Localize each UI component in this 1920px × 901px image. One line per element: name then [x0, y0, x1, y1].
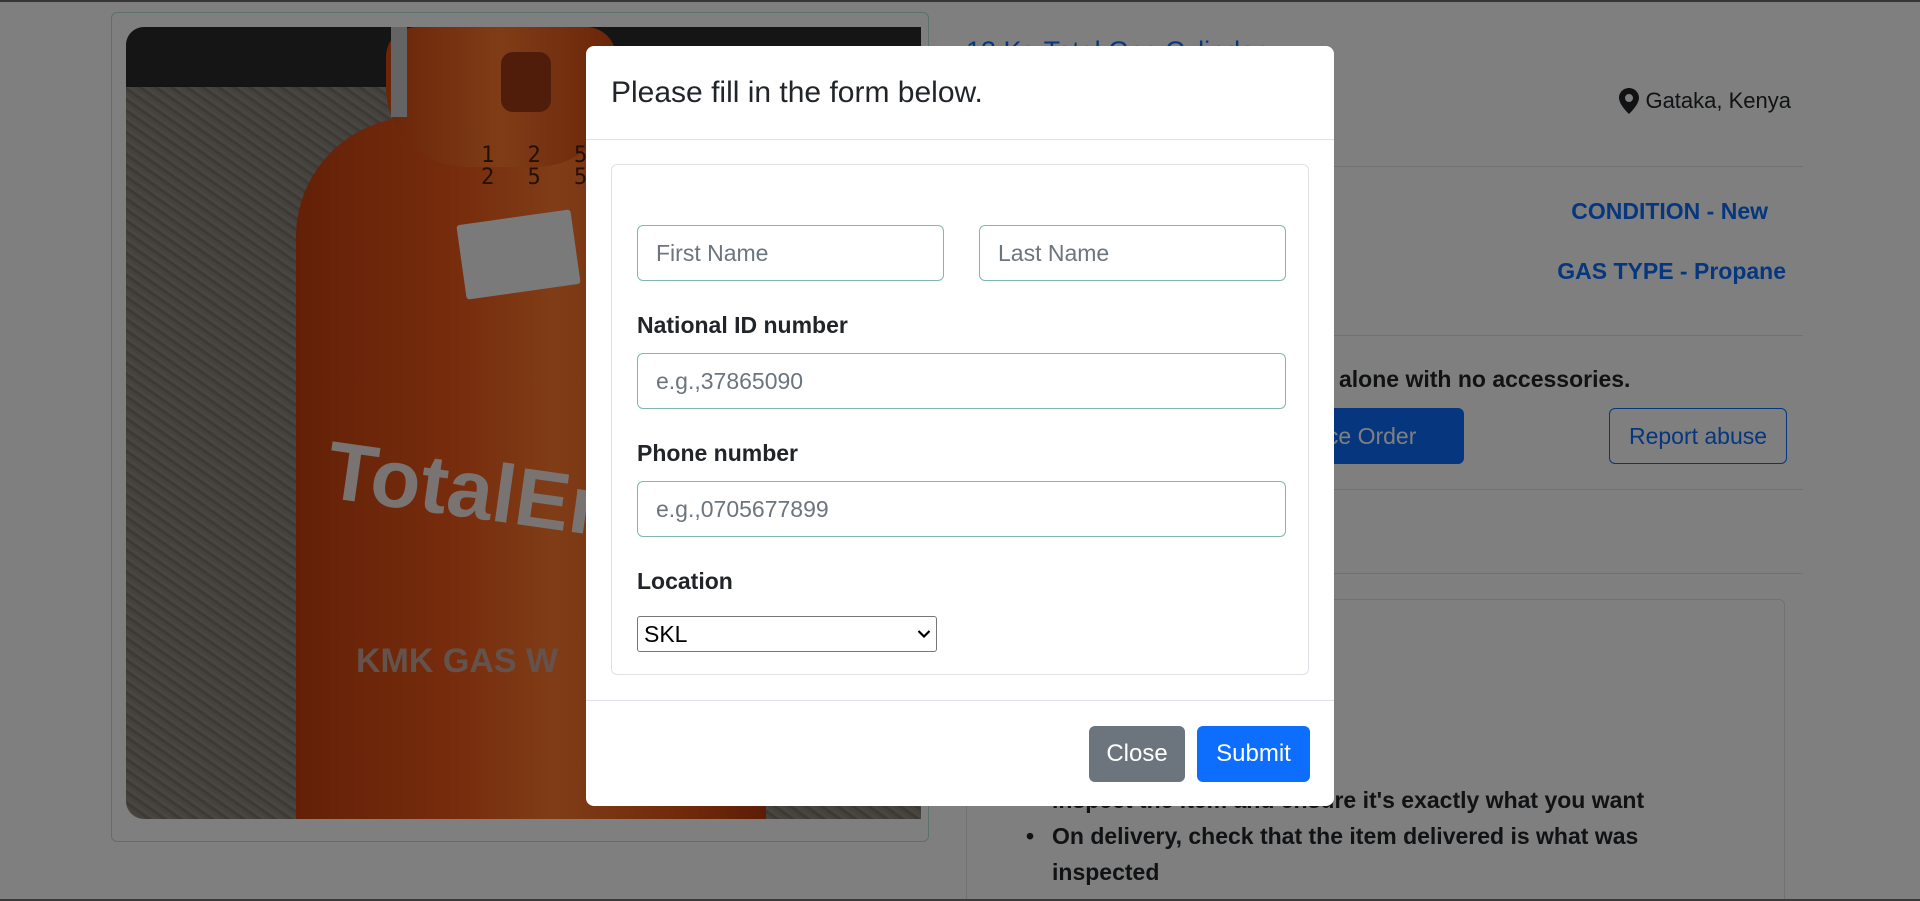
modal-title: Please fill in the form below. — [611, 76, 983, 109]
first-name-input[interactable] — [637, 225, 944, 281]
location-select[interactable]: SKL — [637, 616, 937, 652]
phone-input[interactable] — [637, 481, 1286, 537]
national-id-label: National ID number — [637, 312, 848, 338]
chevron-down-icon — [912, 629, 936, 639]
national-id-input[interactable] — [637, 353, 1286, 409]
order-form-modal: Please fill in the form below. National … — [586, 46, 1334, 806]
modal-footer: Close Submit — [586, 700, 1334, 806]
last-name-input[interactable] — [979, 225, 1286, 281]
order-form: National ID number Phone number Location… — [611, 164, 1309, 675]
location-label: Location — [637, 568, 733, 594]
modal-header: Please fill in the form below. — [586, 46, 1334, 140]
close-button[interactable]: Close — [1089, 726, 1185, 782]
submit-button[interactable]: Submit — [1197, 726, 1310, 782]
location-select-value: SKL — [644, 620, 688, 647]
phone-label: Phone number — [637, 440, 799, 466]
